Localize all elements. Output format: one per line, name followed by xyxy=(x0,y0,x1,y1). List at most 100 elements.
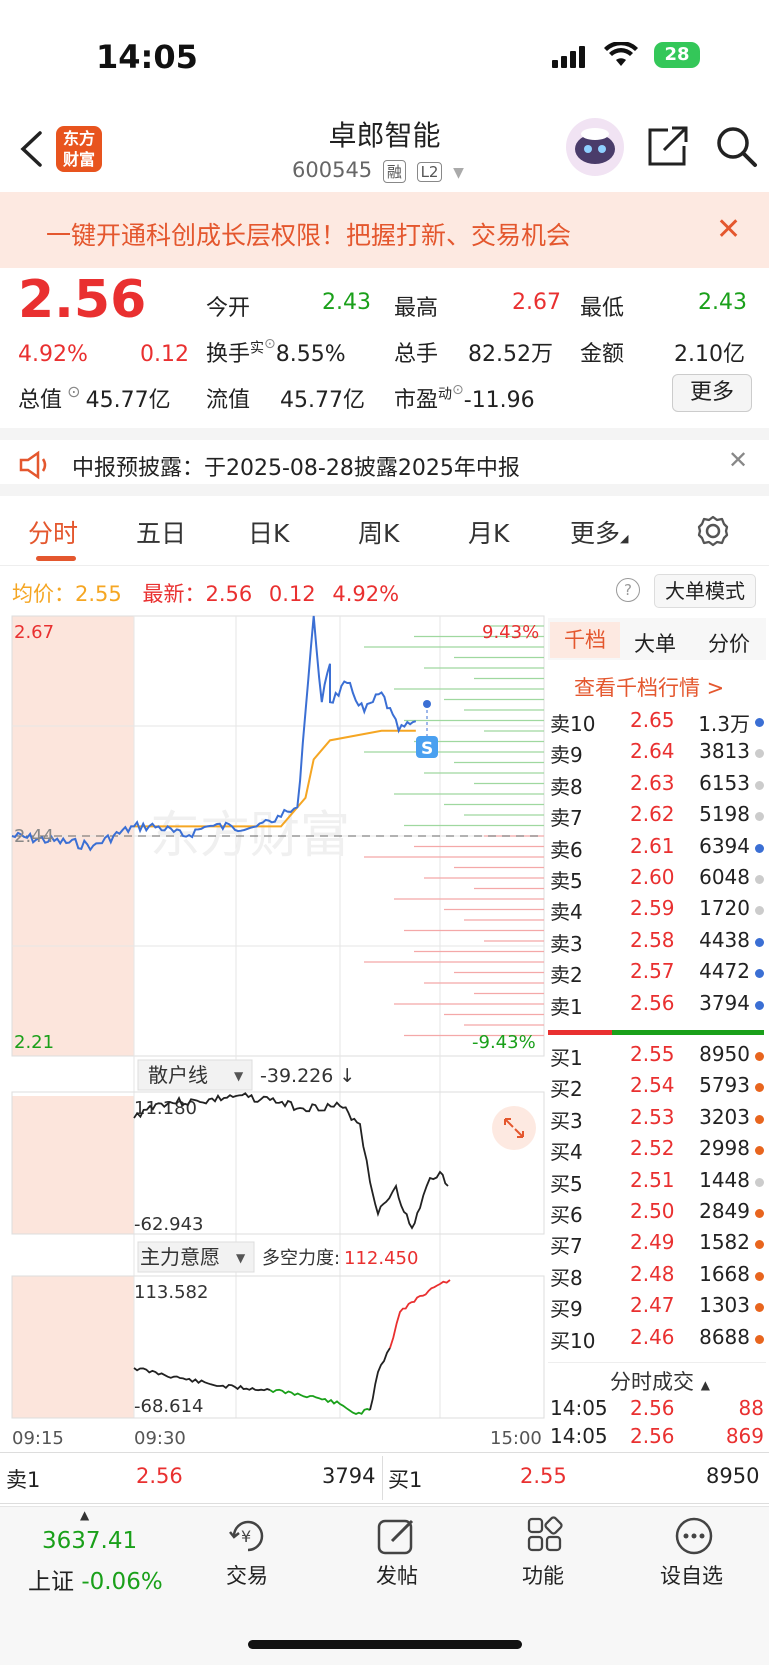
ask-row[interactable]: 卖3 2.58 4438 xyxy=(550,928,764,958)
add-watchlist-button[interactable]: 设自选 xyxy=(660,1560,723,1590)
bid-price: 2.46 xyxy=(630,1324,675,1349)
bid-dot-icon xyxy=(755,1271,764,1281)
high-value: 2.67 xyxy=(512,290,561,315)
speaker-icon xyxy=(18,450,52,484)
bid-row[interactable]: 买8 2.48 1668 xyxy=(550,1262,764,1292)
notice-text[interactable]: 中报预披露：于2025-08-28披露2025年中报 xyxy=(72,450,520,482)
index-value[interactable]: 3637.41 xyxy=(42,1528,137,1554)
latest-label: 最新： xyxy=(142,582,206,606)
ask-dot-icon xyxy=(755,780,764,790)
tab-price-dist[interactable]: 分价 xyxy=(708,628,750,658)
gear-icon[interactable] xyxy=(696,514,730,552)
bid-dot-icon xyxy=(755,1114,764,1124)
stock-code-row[interactable]: 600545 融 L2 ▼ xyxy=(292,158,464,183)
bid-level: 买8 xyxy=(550,1265,583,1290)
ask-row[interactable]: 卖8 2.63 6153 xyxy=(550,771,764,801)
ask-row[interactable]: 卖7 2.62 5198 xyxy=(550,802,764,832)
tick-price: 2.56 xyxy=(630,1396,675,1420)
ask-volume: 3794 xyxy=(699,990,750,1015)
tab-1000-level[interactable]: 千档 xyxy=(550,622,620,658)
tab-5day[interactable]: 五日 xyxy=(136,514,186,550)
bid-row[interactable]: 买2 2.54 5793 xyxy=(550,1073,764,1103)
view-full-book-link[interactable]: 查看千档行情 > xyxy=(574,672,724,702)
close-icon[interactable]: ✕ xyxy=(728,446,748,474)
bid-row[interactable]: 买3 2.53 3203 xyxy=(550,1105,764,1135)
banner-text[interactable]: 一键开通科创成长层权限！把握打新、交易机会 xyxy=(46,216,571,252)
info-icon[interactable]: ⊙ xyxy=(452,382,464,398)
info-icon[interactable]: ⊙ xyxy=(62,382,86,401)
ask-level: 卖6 xyxy=(550,837,583,862)
ask-volume: 6048 xyxy=(699,865,750,889)
turnover-sup: 实 xyxy=(250,340,265,357)
tab-big-order[interactable]: 大单 xyxy=(634,628,676,658)
main-force-segment xyxy=(369,1347,391,1411)
help-icon[interactable]: ? xyxy=(616,578,640,602)
index-row[interactable]: 上证 -0.06% xyxy=(28,1562,163,1596)
close-icon[interactable]: ✕ xyxy=(716,212,741,247)
ask-row[interactable]: 卖1 2.56 3794 xyxy=(550,991,764,1021)
share-icon[interactable] xyxy=(646,124,690,172)
home-indicator xyxy=(248,1640,522,1649)
ask-price: 2.62 xyxy=(630,802,675,827)
post-button[interactable]: 发帖 xyxy=(376,1560,418,1590)
bid-row[interactable]: 买1 2.55 8950 xyxy=(550,1042,764,1072)
dropdown-icon: ▼ xyxy=(453,165,464,181)
search-icon[interactable] xyxy=(714,124,758,172)
assistant-avatar[interactable] xyxy=(566,118,624,176)
ask-dot-icon xyxy=(755,1000,764,1010)
bid-dot-icon xyxy=(755,1083,764,1093)
trade-button[interactable]: 交易 xyxy=(226,1560,268,1590)
ask-row[interactable]: 卖4 2.59 1720 xyxy=(550,896,764,926)
edit-icon xyxy=(376,1516,418,1560)
ask-row[interactable]: 卖6 2.61 6394 xyxy=(550,834,764,864)
caret-up-icon[interactable]: ▲ xyxy=(80,1508,89,1522)
mktcap-label: 总值 xyxy=(18,388,63,413)
ask-row[interactable]: 卖9 2.64 3813 xyxy=(550,739,764,769)
bid-row[interactable]: 买7 2.49 1582 xyxy=(550,1230,764,1260)
info-icon[interactable]: ⊙ xyxy=(264,336,276,352)
main-label: 主力意愿 xyxy=(140,1245,220,1269)
bid-volume: 1303 xyxy=(699,1293,750,1318)
ask-dot-icon xyxy=(755,969,764,979)
change-amount: 0.12 xyxy=(140,342,189,367)
ask-dot-icon xyxy=(755,906,764,916)
dropdown-icon: ▼ xyxy=(236,1251,246,1265)
tab-monthly-k[interactable]: 月K xyxy=(468,514,509,550)
y-prev-label: 2.44 xyxy=(14,826,54,847)
avg-label: 均价： xyxy=(12,582,75,606)
index-pct: -0.06% xyxy=(81,1569,163,1595)
big-order-mode-button[interactable]: 大单模式 xyxy=(654,574,756,608)
tab-weekly-k[interactable]: 周K xyxy=(358,514,399,550)
bid-dot-icon xyxy=(755,1334,764,1344)
expand-button[interactable] xyxy=(492,1106,536,1150)
tab-intraday[interactable]: 分时 xyxy=(28,514,78,550)
ask-level: 卖1 xyxy=(550,994,583,1019)
more-button[interactable]: 更多 xyxy=(672,374,752,412)
ask-row[interactable]: 卖2 2.57 4472 xyxy=(550,959,764,989)
bid-level: 买10 xyxy=(550,1328,596,1353)
ticks-title[interactable]: 分时成交 ▲ xyxy=(610,1366,710,1396)
marker-dot xyxy=(423,700,431,708)
ask-row[interactable]: 卖5 2.60 6048 xyxy=(550,865,764,895)
bid-row[interactable]: 买10 2.46 8688 xyxy=(550,1325,764,1355)
function-button[interactable]: 功能 xyxy=(522,1560,564,1590)
pre-market-shade xyxy=(12,1276,134,1418)
ask-price: 2.56 xyxy=(630,990,675,1015)
tab-more[interactable]: 更多◢ xyxy=(570,514,628,550)
bid-row[interactable]: 买9 2.47 1303 xyxy=(550,1293,764,1323)
intraday-chart[interactable]: 东方财富 S 2.67 2.44 2.21 9.43% -9.43% 散户线 ▼… xyxy=(0,612,548,1452)
bid-row[interactable]: 买4 2.52 2998 xyxy=(550,1136,764,1166)
bid-row[interactable]: 买6 2.50 2849 xyxy=(550,1199,764,1229)
ask-level: 卖3 xyxy=(550,931,583,956)
bid-row[interactable]: 买5 2.51 1448 xyxy=(550,1168,764,1198)
bid-level: 买9 xyxy=(550,1297,583,1322)
main-force-segment xyxy=(269,1388,371,1415)
main-force-value: 112.450 xyxy=(344,1248,418,1269)
latest-change: 0.12 xyxy=(268,582,316,606)
tab-daily-k[interactable]: 日K xyxy=(248,514,289,550)
retail-max: 11.180 xyxy=(134,1098,197,1119)
ask-row[interactable]: 卖10 2.65 1.3万 xyxy=(550,708,764,738)
low-label: 最低 xyxy=(580,296,625,321)
bid-volume: 2849 xyxy=(699,1199,750,1223)
main-force-segment xyxy=(133,1367,271,1392)
